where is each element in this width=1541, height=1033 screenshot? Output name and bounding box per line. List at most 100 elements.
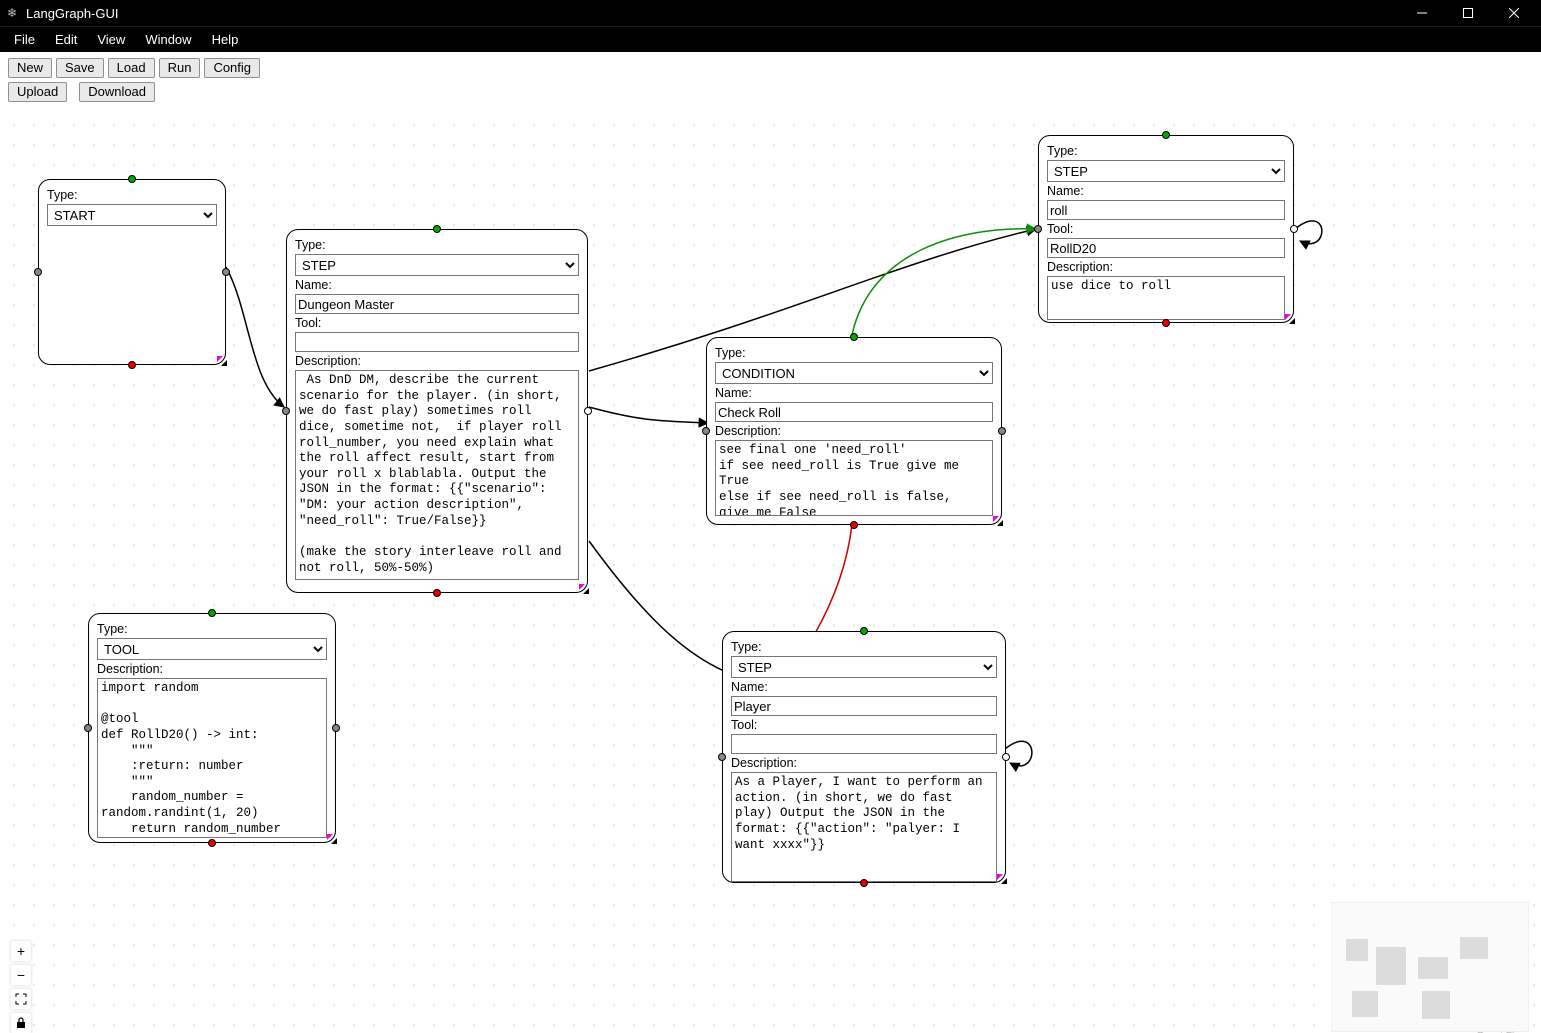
- port-in-top[interactable]: [208, 609, 216, 617]
- label-type: Type:: [1047, 144, 1285, 158]
- node-start-type-select[interactable]: START: [47, 204, 217, 226]
- minimap-node: [1418, 957, 1448, 979]
- node-dm-name-input[interactable]: [295, 294, 579, 314]
- node-roll[interactable]: Type: STEP Name: Tool: Description: use …: [1038, 135, 1294, 323]
- node-start[interactable]: Type: START: [38, 179, 226, 365]
- minimap-node: [1352, 991, 1378, 1017]
- resize-handle[interactable]: [991, 514, 1005, 528]
- node-tool[interactable]: Type: TOOL Description: import random @t…: [88, 613, 336, 843]
- toolbar: New Save Load Run Config Upload Download: [0, 52, 1541, 111]
- fit-view-button[interactable]: [10, 988, 32, 1010]
- label-description: Description:: [731, 756, 997, 770]
- menu-file[interactable]: File: [4, 27, 45, 53]
- node-roll-description-textarea[interactable]: use dice to roll: [1047, 276, 1285, 320]
- node-roll-type-select[interactable]: STEP: [1047, 160, 1285, 182]
- menu-view[interactable]: View: [87, 27, 135, 53]
- window-maximize-button[interactable]: [1445, 0, 1491, 26]
- node-check-type-select[interactable]: CONDITION: [715, 362, 993, 384]
- graph-canvas[interactable]: Type: START Type: STEP Name: Tool: Descr…: [0, 111, 1541, 1033]
- label-tool: Tool:: [295, 316, 579, 330]
- resize-handle[interactable]: [1283, 312, 1297, 326]
- canvas-controls: + −: [10, 940, 32, 1033]
- port-out-bottom[interactable]: [1162, 319, 1170, 327]
- port-right[interactable]: [222, 268, 230, 276]
- resize-handle[interactable]: [215, 354, 229, 368]
- node-player-type-select[interactable]: STEP: [731, 656, 997, 678]
- node-player-tool-input[interactable]: [731, 734, 997, 754]
- menu-window[interactable]: Window: [135, 27, 201, 53]
- port-in-top[interactable]: [433, 225, 441, 233]
- node-dm-tool-input[interactable]: [295, 332, 579, 352]
- label-name: Name:: [1047, 184, 1285, 198]
- label-description: Description:: [715, 424, 993, 438]
- label-type: Type:: [715, 346, 993, 360]
- port-right[interactable]: [1290, 225, 1298, 233]
- menu-help[interactable]: Help: [202, 27, 249, 53]
- port-left[interactable]: [702, 427, 710, 435]
- node-tool-type-select[interactable]: TOOL: [97, 638, 327, 660]
- port-right[interactable]: [1002, 753, 1010, 761]
- load-button[interactable]: Load: [108, 58, 155, 78]
- label-type: Type:: [47, 188, 217, 202]
- menu-edit[interactable]: Edit: [45, 27, 87, 53]
- node-player-name-input[interactable]: [731, 696, 997, 716]
- label-type: Type:: [97, 622, 327, 636]
- port-left[interactable]: [718, 753, 726, 761]
- port-right[interactable]: [998, 427, 1006, 435]
- port-out-bottom[interactable]: [433, 589, 441, 597]
- zoom-in-button[interactable]: +: [10, 940, 32, 962]
- node-check-name-input[interactable]: [715, 402, 993, 422]
- window-close-button[interactable]: [1491, 0, 1537, 26]
- port-out-bottom[interactable]: [208, 839, 216, 847]
- minimap-node: [1376, 947, 1406, 985]
- resize-handle[interactable]: [577, 582, 591, 596]
- node-roll-name-input[interactable]: [1047, 200, 1285, 220]
- zoom-out-button[interactable]: −: [10, 964, 32, 986]
- download-button[interactable]: Download: [79, 82, 155, 102]
- port-right[interactable]: [584, 407, 592, 415]
- label-description: Description:: [295, 354, 579, 368]
- port-out-bottom[interactable]: [850, 521, 858, 529]
- minimap-node: [1346, 939, 1368, 961]
- label-name: Name:: [295, 278, 579, 292]
- resize-handle[interactable]: [995, 872, 1009, 886]
- port-in-top[interactable]: [850, 333, 858, 341]
- app-icon: ❄: [4, 5, 20, 21]
- config-button[interactable]: Config: [204, 58, 260, 78]
- port-left[interactable]: [34, 268, 42, 276]
- port-in-top[interactable]: [860, 627, 868, 635]
- port-in-top[interactable]: [1162, 131, 1170, 139]
- minimap[interactable]: [1331, 902, 1529, 1032]
- node-player-description-textarea[interactable]: As a Player, I want to perform an action…: [731, 772, 997, 882]
- port-out-bottom[interactable]: [128, 361, 136, 369]
- label-name: Name:: [731, 680, 997, 694]
- node-roll-tool-input[interactable]: [1047, 238, 1285, 258]
- window-minimize-button[interactable]: [1399, 0, 1445, 26]
- label-name: Name:: [715, 386, 993, 400]
- port-out-bottom[interactable]: [860, 879, 868, 887]
- node-dm-type-select[interactable]: STEP: [295, 254, 579, 276]
- node-check-roll[interactable]: Type: CONDITION Name: Description: see f…: [706, 337, 1002, 525]
- port-left[interactable]: [1034, 225, 1042, 233]
- node-dungeon-master[interactable]: Type: STEP Name: Tool: Description: As D…: [286, 229, 588, 593]
- port-left[interactable]: [282, 407, 290, 415]
- title-bar: ❄ LangGraph-GUI: [0, 0, 1541, 26]
- port-right[interactable]: [332, 724, 340, 732]
- upload-button[interactable]: Upload: [8, 82, 67, 102]
- label-type: Type:: [295, 238, 579, 252]
- port-in-top[interactable]: [128, 175, 136, 183]
- minimap-node: [1460, 937, 1488, 959]
- run-button[interactable]: Run: [159, 58, 201, 78]
- node-check-description-textarea[interactable]: see final one 'need_roll' if see need_ro…: [715, 440, 993, 516]
- node-tool-description-textarea[interactable]: import random @tool def RollD20() -> int…: [97, 678, 327, 838]
- new-button[interactable]: New: [8, 58, 52, 78]
- node-player[interactable]: Type: STEP Name: Tool: Description: As a…: [722, 631, 1006, 883]
- label-description: Description:: [1047, 260, 1285, 274]
- lock-button[interactable]: [10, 1012, 32, 1033]
- minimap-node: [1422, 991, 1450, 1019]
- resize-handle[interactable]: [325, 832, 339, 846]
- node-dm-description-textarea[interactable]: As DnD DM, describe the current scenario…: [295, 370, 579, 580]
- menu-bar: File Edit View Window Help: [0, 26, 1541, 52]
- save-button[interactable]: Save: [56, 58, 104, 78]
- port-left[interactable]: [84, 724, 92, 732]
